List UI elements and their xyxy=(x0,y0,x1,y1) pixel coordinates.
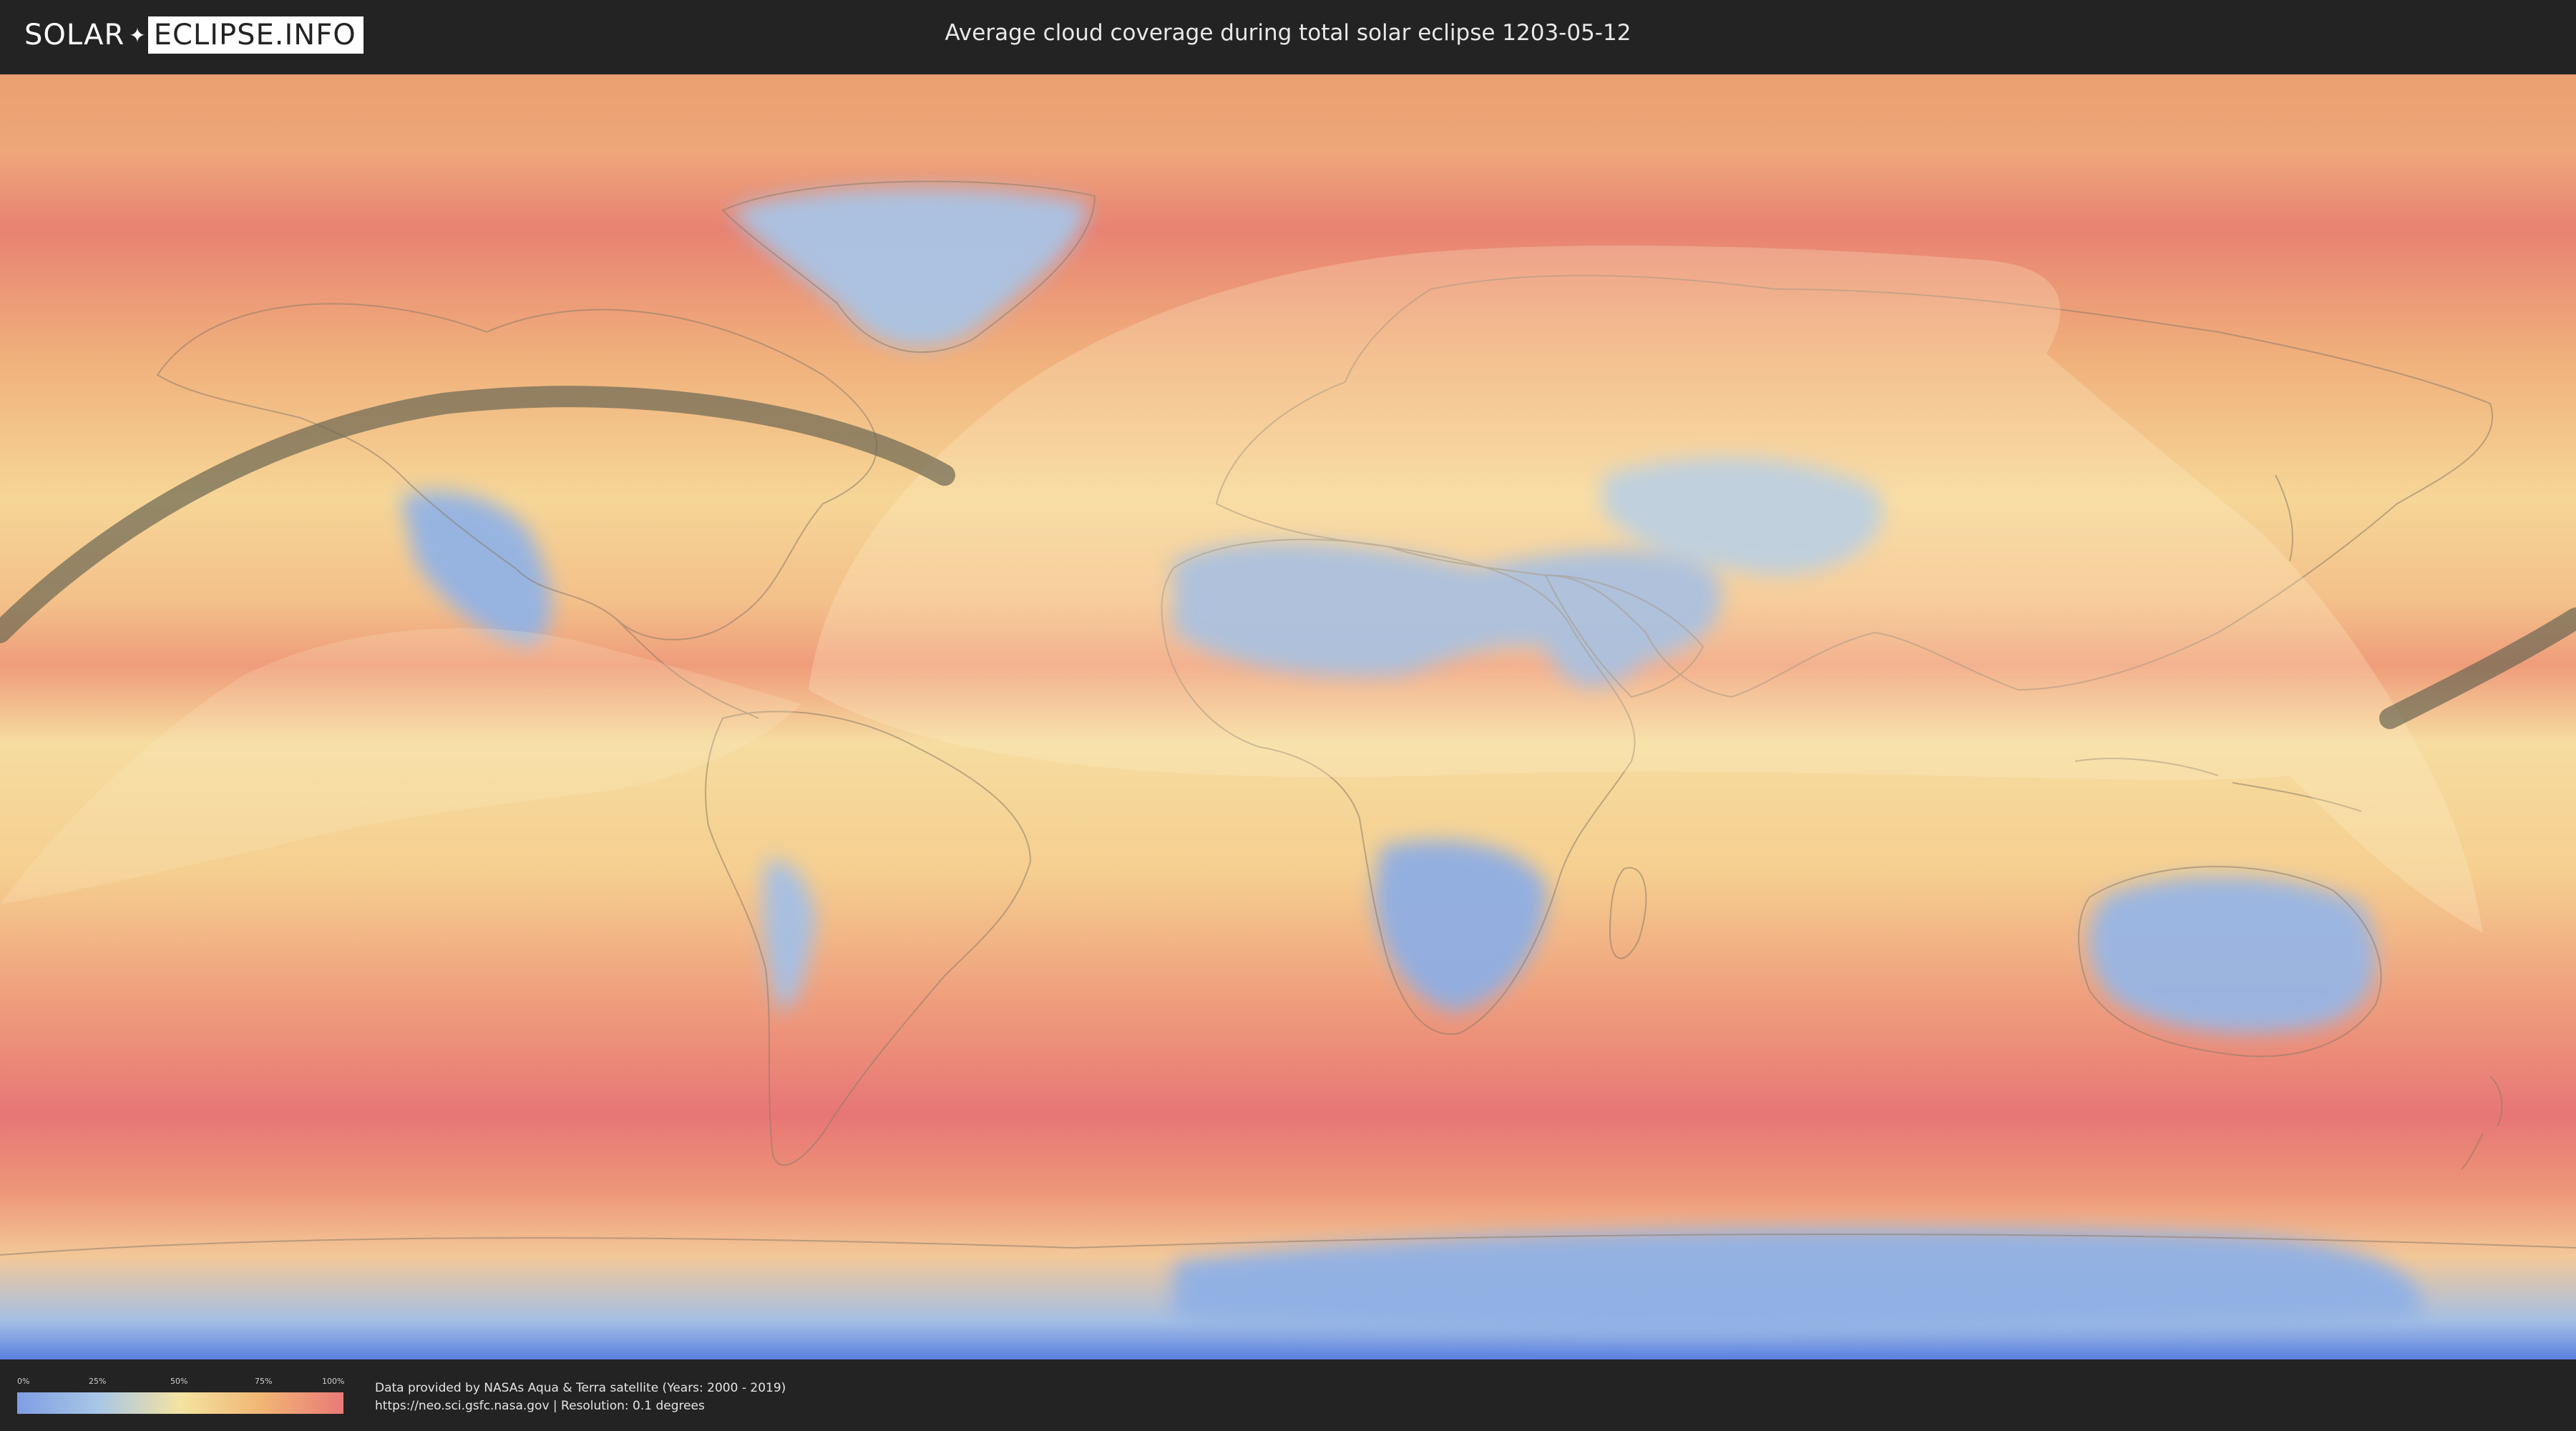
cloud-coverage-legend: 0% 25% 50% 75% 100% xyxy=(17,1377,345,1415)
legend-tick-0: 0% xyxy=(17,1377,30,1386)
legend-tick-100: 100% xyxy=(322,1377,345,1386)
legend-tick-50: 50% xyxy=(170,1377,188,1386)
legend-tick-25: 25% xyxy=(89,1377,107,1386)
cloud-coverage-map[interactable] xyxy=(0,74,2576,1359)
header-bar: SOLAR ✦ ECLIPSE.INFO Average cloud cover… xyxy=(0,0,2576,72)
data-credit: Data provided by NASAs Aqua & Terra sate… xyxy=(375,1379,786,1415)
legend-ticks: 0% 25% 50% 75% 100% xyxy=(17,1377,345,1388)
legend-tick-75: 75% xyxy=(255,1377,273,1386)
antarctica-region xyxy=(1174,1228,2422,1333)
page-title: Average cloud coverage during total sola… xyxy=(945,20,1631,46)
world-map-svg xyxy=(0,74,2576,1359)
australia-region xyxy=(2088,876,2376,1033)
legend-color-scale xyxy=(17,1392,343,1414)
credit-line-url[interactable]: https://neo.sci.gsfc.nasa.gov | Resoluti… xyxy=(375,1397,786,1415)
credit-line-source: Data provided by NASAs Aqua & Terra sate… xyxy=(375,1381,786,1395)
footer-bar: 0% 25% 50% 75% 100% Data provided by NAS… xyxy=(0,1359,2576,1431)
